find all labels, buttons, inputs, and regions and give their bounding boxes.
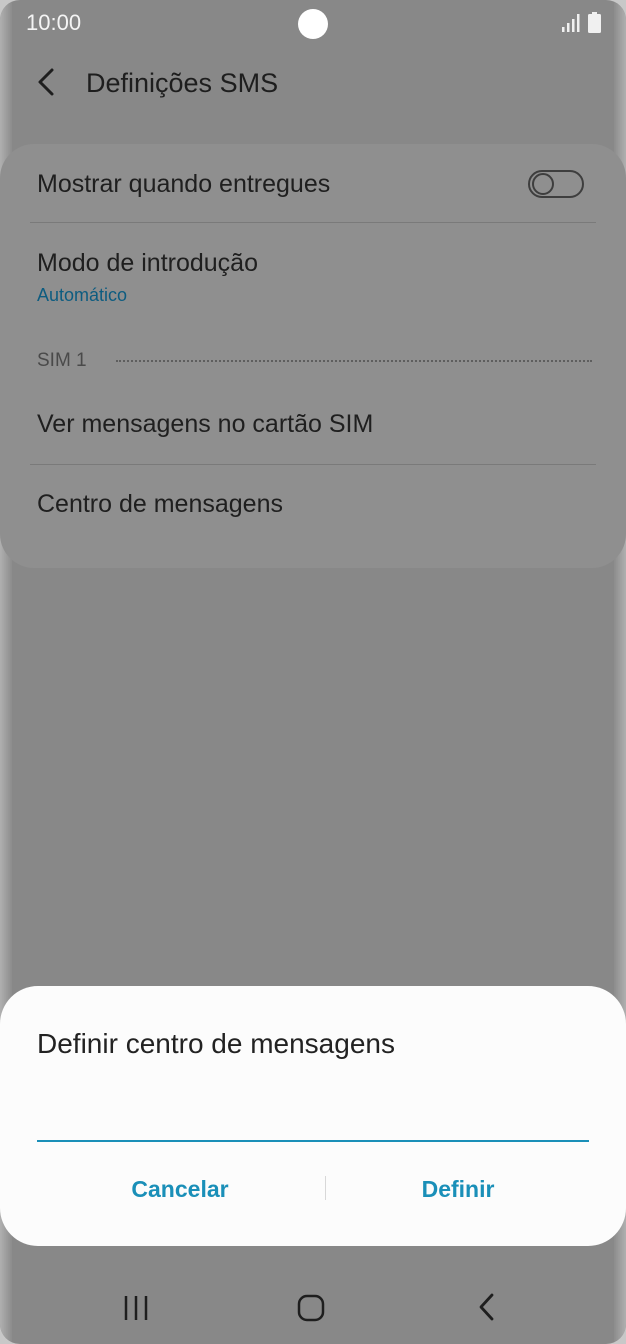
show-delivered-toggle[interactable]	[528, 170, 584, 198]
setting-input-mode-label: Modo de introdução	[37, 249, 258, 277]
message-center-dialog: Definir centro de mensagens Cancelar Def…	[0, 986, 626, 1246]
navigation-bar	[0, 1270, 626, 1344]
phone-screen: 10:00 Definições SMS Mostrar quando entr…	[0, 0, 626, 1344]
setting-view-sim-messages-label: Ver mensagens no cartão SIM	[37, 410, 374, 438]
section-header-sim1: SIM 1	[37, 350, 87, 371]
setting-message-center[interactable]: Centro de mensagens	[0, 465, 626, 545]
back-arrow-icon[interactable]	[36, 66, 58, 98]
setting-input-mode-value: Automático	[37, 285, 128, 305]
message-center-input[interactable]	[37, 1104, 589, 1142]
front-camera	[298, 9, 328, 39]
status-bar: 10:00	[0, 0, 626, 48]
page-title: Definições SMS	[86, 68, 279, 98]
define-button[interactable]: Definir	[338, 1172, 578, 1206]
back-icon[interactable]	[476, 1292, 498, 1322]
status-time: 10:00	[26, 10, 82, 35]
setting-input-mode[interactable]: Modo de introdução Automático	[0, 223, 626, 323]
setting-show-delivered-label: Mostrar quando entregues	[37, 170, 331, 198]
signal-icon	[562, 14, 580, 32]
dialog-title: Definir centro de mensagens	[37, 1028, 395, 1059]
setting-message-center-label: Centro de mensagens	[37, 490, 283, 518]
button-separator	[325, 1176, 326, 1200]
home-icon[interactable]	[297, 1294, 325, 1322]
setting-show-delivered[interactable]: Mostrar quando entregues	[0, 144, 626, 222]
setting-view-sim-messages[interactable]: Ver mensagens no cartão SIM	[0, 384, 626, 464]
section-dotted-line	[116, 360, 592, 362]
toggle-knob	[532, 173, 554, 195]
settings-card: Mostrar quando entregues Modo de introdu…	[0, 144, 626, 568]
battery-icon	[588, 12, 601, 33]
cancel-button[interactable]: Cancelar	[60, 1172, 300, 1206]
app-header: Definições SMS	[0, 52, 626, 112]
recents-icon[interactable]	[122, 1294, 150, 1322]
